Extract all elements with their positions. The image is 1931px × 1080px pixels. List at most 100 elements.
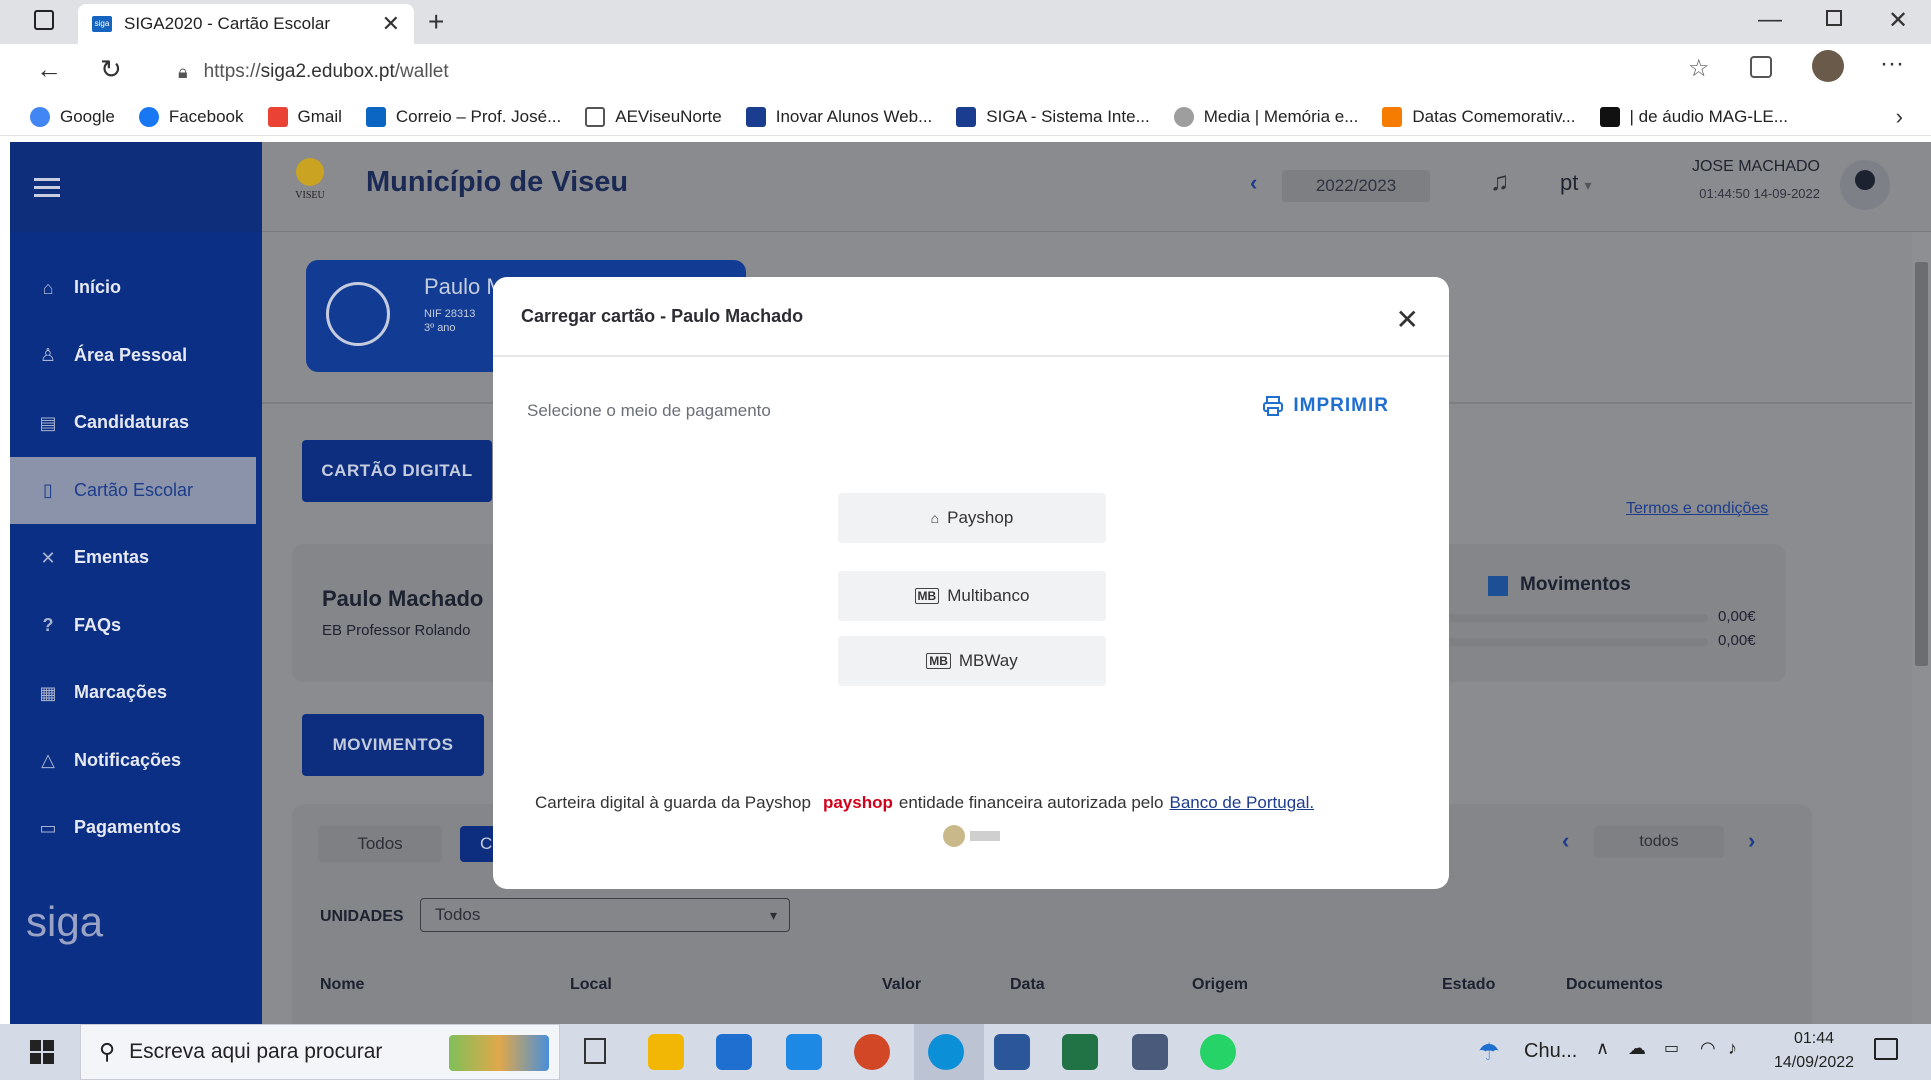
year-prev-icon[interactable]: ‹ xyxy=(1250,170,1257,196)
sidebar-item-faqs[interactable]: ? FAQs xyxy=(10,592,262,660)
reload-icon[interactable]: ↻ xyxy=(100,54,122,85)
sidebar-item-ementas[interactable]: ✕ Ementas xyxy=(10,524,262,592)
pager-value[interactable]: todos xyxy=(1594,826,1724,858)
new-tab-icon[interactable]: + xyxy=(428,6,444,38)
clock-time[interactable]: 01:44 xyxy=(1784,1030,1844,1048)
bookmark-datas[interactable]: Datas Comemorativ... xyxy=(1382,106,1576,127)
lock-icon: 🔒︎ xyxy=(178,61,188,82)
cloud-icon[interactable]: ☁ xyxy=(1628,1038,1646,1059)
file-explorer-icon[interactable] xyxy=(648,1034,684,1070)
print-button[interactable]: IMPRIMIR xyxy=(1261,394,1389,418)
bookmark-media[interactable]: Media | Memória e... xyxy=(1173,106,1358,127)
profile-avatar[interactable] xyxy=(1812,50,1844,82)
bookmark-audio[interactable]: | de áudio MAG-LE... xyxy=(1599,106,1788,127)
scrollbar-thumb[interactable] xyxy=(1915,262,1928,666)
bookmarks-more-icon[interactable]: › xyxy=(1896,104,1903,130)
notifications-icon[interactable] xyxy=(1874,1038,1898,1060)
pager-prev-icon[interactable]: ‹ xyxy=(1562,828,1569,854)
language-select[interactable]: pt ▾ xyxy=(1560,170,1592,196)
sidebar-item-inicio[interactable]: ⌂ Início xyxy=(10,254,262,322)
multibanco-button[interactable]: MB Multibanco xyxy=(838,571,1106,621)
user-avatar[interactable] xyxy=(1840,160,1890,210)
powerpoint-icon[interactable] xyxy=(854,1034,890,1070)
volume-icon[interactable]: ♪ xyxy=(1728,1038,1737,1059)
movement-bar xyxy=(1442,638,1708,646)
filter-all-button[interactable]: Todos xyxy=(318,826,442,862)
window-close-icon[interactable]: ✕ xyxy=(1888,6,1908,35)
address-bar[interactable]: 🔒︎ https://siga2.edubox.pt/wallet xyxy=(150,52,1670,92)
bookmark-google[interactable]: Google xyxy=(30,106,115,127)
sidebar-item-label: Área Pessoal xyxy=(74,344,188,365)
col-header-data: Data xyxy=(1010,976,1045,993)
search-highlight-icon xyxy=(449,1035,549,1071)
browser-tab[interactable]: siga SIGA2020 - Cartão Escolar ✕ xyxy=(78,4,414,44)
mbway-label: MBWay xyxy=(958,651,1018,670)
sidebar-top xyxy=(10,142,262,232)
tray-chevron-icon[interactable]: ∧ xyxy=(1596,1038,1609,1059)
sidebar-item-area-pessoal[interactable]: ♙ Área Pessoal xyxy=(10,322,262,390)
battery-icon[interactable]: ▭ xyxy=(1664,1038,1679,1058)
clock-date[interactable]: 14/09/2022 xyxy=(1762,1054,1866,1072)
terms-link[interactable]: Termos e condições xyxy=(1626,500,1768,518)
menu-icon[interactable] xyxy=(34,173,60,202)
bookmark-siga[interactable]: SIGA - Sistema Inte... xyxy=(956,106,1150,127)
question-icon: ? xyxy=(42,615,54,636)
mail-icon[interactable] xyxy=(786,1034,822,1070)
minimize-icon[interactable]: — xyxy=(1758,6,1782,34)
collections-icon[interactable] xyxy=(1750,56,1772,78)
disclaimer-middle: entidade financeira autorizada pelo xyxy=(898,793,1164,812)
bookmark-gmail[interactable]: Gmail xyxy=(267,106,342,127)
word-icon[interactable] xyxy=(994,1034,1030,1070)
taskbar-search[interactable]: ⚲ Escreva aqui para procurar xyxy=(80,1024,560,1080)
excel-icon[interactable] xyxy=(1062,1034,1098,1070)
sidebar-item-notificacoes[interactable]: △ Notificações xyxy=(10,727,262,795)
sidebar-item-label: Marcações xyxy=(74,682,168,703)
tab-close-icon[interactable]: ✕ xyxy=(382,11,400,37)
back-icon[interactable]: ← xyxy=(36,54,62,85)
payment-method-label: Selecione o meio de pagamento xyxy=(527,401,771,420)
modal-close-icon[interactable]: ✕ xyxy=(1396,303,1419,336)
multibanco-label: Multibanco xyxy=(947,586,1030,605)
tab-actions-icon[interactable] xyxy=(34,10,54,30)
digital-card-button[interactable]: CARTÃO DIGITAL xyxy=(302,440,492,502)
weather-icon[interactable]: ☂ xyxy=(1478,1038,1500,1067)
calculator-icon[interactable] xyxy=(1132,1034,1168,1070)
bookmark-facebook[interactable]: Facebook xyxy=(138,106,244,127)
task-view-icon[interactable] xyxy=(584,1038,606,1064)
units-label: UNIDADES xyxy=(320,908,404,925)
sidebar-item-marcacoes[interactable]: ▦ Marcações xyxy=(10,659,262,727)
pager-next-icon[interactable]: › xyxy=(1748,828,1755,854)
movements-button[interactable]: MOVIMENTOS xyxy=(302,714,484,776)
gmail-icon xyxy=(267,106,288,127)
bookmark-inovar[interactable]: Inovar Alunos Web... xyxy=(745,106,932,127)
col-header-origem: Origem xyxy=(1192,976,1249,993)
page-scrollbar[interactable] xyxy=(1912,232,1931,1024)
favorites-icon[interactable]: ☆ xyxy=(1688,54,1710,83)
restore-icon[interactable] xyxy=(1826,10,1842,26)
windows-start-icon[interactable] xyxy=(30,1040,54,1064)
browser-tabstrip: siga SIGA2020 - Cartão Escolar ✕ + — ✕ xyxy=(0,0,1931,44)
bell-icon[interactable]: ♫ xyxy=(1490,166,1510,197)
audio-icon xyxy=(1599,106,1620,127)
edge-icon[interactable] xyxy=(928,1034,964,1070)
bookmark-aeviseunorte[interactable]: AEViseuNorte xyxy=(585,106,722,127)
school-year[interactable]: 2022/2023 xyxy=(1282,170,1430,202)
sidebar-item-pagamentos[interactable]: ▭ Pagamentos xyxy=(10,794,262,862)
sidebar-item-candidaturas[interactable]: ▤ Candidaturas xyxy=(10,389,262,457)
bookmarks-bar: Google Facebook Gmail Correio – Prof. Jo… xyxy=(0,98,1931,136)
store-icon[interactable] xyxy=(716,1034,752,1070)
calendar-icon xyxy=(1382,106,1403,127)
sidebar-item-cartao-escolar[interactable]: ▯ Cartão Escolar xyxy=(10,456,256,524)
col-header-local: Local xyxy=(570,976,612,993)
payshop-icon: ⌂ xyxy=(930,510,940,526)
wifi-icon[interactable]: ◠ xyxy=(1700,1038,1716,1059)
more-icon[interactable]: ··· xyxy=(1880,50,1904,78)
banco-portugal-link[interactable]: Banco de Portugal. xyxy=(1170,793,1315,813)
mbway-button[interactable]: MB MBWay xyxy=(838,636,1106,686)
whatsapp-icon[interactable] xyxy=(1200,1034,1236,1070)
weather-text[interactable]: Chu... xyxy=(1524,1040,1577,1063)
bookmark-outlook[interactable]: Correio – Prof. José... xyxy=(365,106,561,127)
sidebar: ⌂ Início ♙ Área Pessoal ▤ Candidaturas ▯ Car… xyxy=(10,142,262,1024)
payshop-button[interactable]: ⌂ Payshop xyxy=(838,493,1106,543)
units-select[interactable]: Todos ▾ xyxy=(420,898,790,932)
